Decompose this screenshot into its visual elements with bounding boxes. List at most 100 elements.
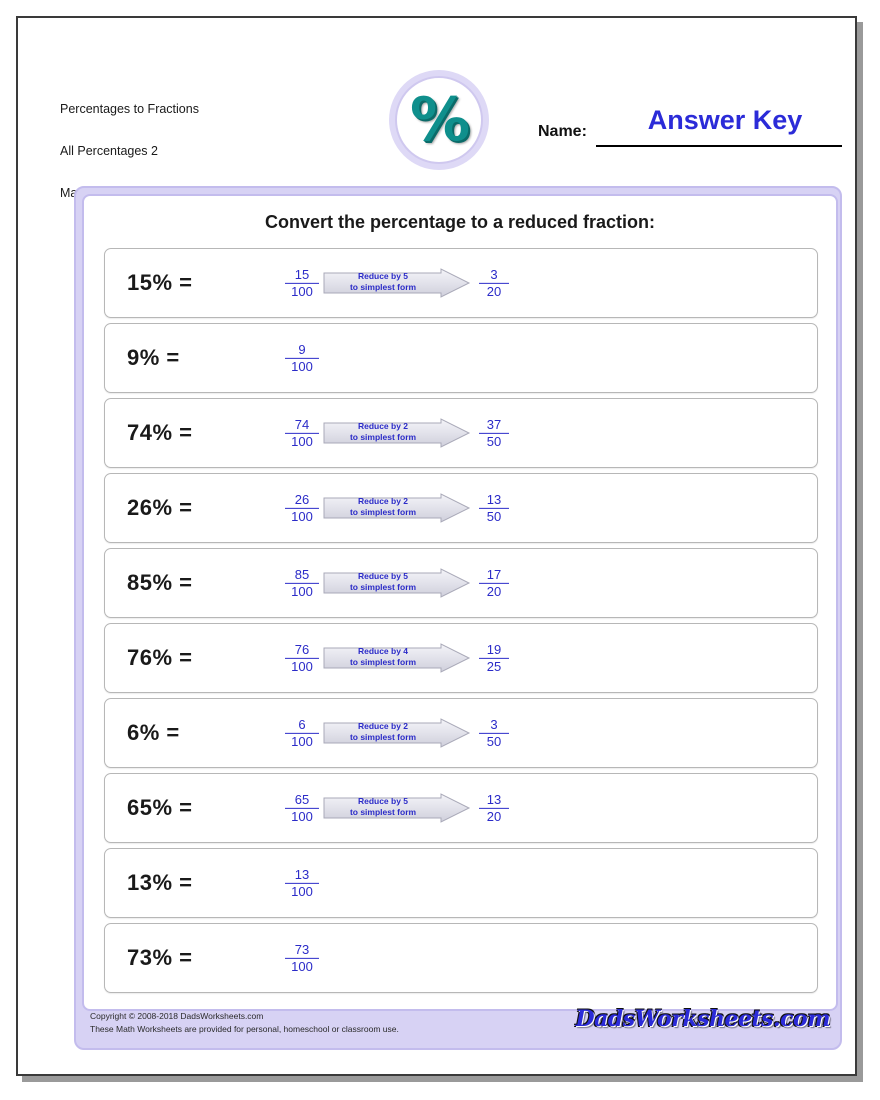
answer-numerator: 17 — [486, 566, 502, 582]
fraction-numerator: 76 — [294, 641, 310, 657]
answer-fraction: 3 50 — [479, 718, 509, 748]
problem-row: 6% = 6 100 Reduce by 2 to simplest form 3 50 — [104, 698, 818, 768]
fraction-denominator: 100 — [291, 358, 313, 374]
fraction-numerator: 65 — [294, 791, 310, 807]
starting-fraction: 9 100 — [285, 343, 319, 373]
problem-row: 15% = 15 100 Reduce by 5 to simplest form 3 20 — [104, 248, 818, 318]
problem-prompt: 6% = — [127, 720, 180, 745]
answer-denominator: 50 — [486, 433, 502, 449]
reduce-arrow-line-2: to simplest form — [349, 282, 417, 292]
problem-row: 76% = 76 100 Reduce by 4 to simplest form 19 2… — [104, 623, 818, 693]
problem-prompt: 26% = — [127, 495, 193, 520]
footer: Copyright © 2008-2018 DadsWorksheets.com… — [82, 1006, 838, 1044]
name-field-block: Name: Answer Key — [538, 105, 842, 153]
problem-prompt: 73% = — [127, 945, 193, 970]
problem-prompt: 15% = — [127, 270, 193, 295]
problem-rows: 15% = 15 100 Reduce by 5 to simplest form 3 20… — [104, 248, 818, 998]
fraction-numerator: 15 — [294, 266, 310, 282]
percent-logo: % — [389, 70, 489, 170]
reduce-arrow-line-1: Reduce by 2 — [357, 421, 409, 431]
worksheet-title-line-2: All Percentages 2 — [60, 144, 158, 158]
answer-denominator: 20 — [486, 808, 502, 824]
name-label: Name: — [538, 123, 587, 140]
panel-heading: Convert the percentage to a reduced frac… — [264, 212, 656, 232]
answer-fraction: 13 50 — [479, 493, 509, 523]
starting-fraction: 73 100 — [285, 943, 319, 973]
problem-row: 9% = 9 100 — [104, 323, 818, 393]
fraction-numerator: 26 — [294, 491, 310, 507]
reduce-arrow-line-2: to simplest form — [349, 507, 417, 517]
answer-fraction: 17 20 — [479, 568, 509, 598]
problems-panel: Convert the percentage to a reduced frac… — [74, 186, 842, 1050]
starting-fraction: 26 100 — [285, 493, 319, 523]
answer-numerator: 37 — [486, 416, 502, 432]
answer-denominator: 50 — [486, 508, 502, 524]
reduce-arrow-label: Reduce by 5 to simplest form — [323, 796, 443, 818]
reduce-arrow-line-1: Reduce by 5 — [357, 571, 409, 581]
fraction-numerator: 74 — [294, 416, 310, 432]
percent-icon: % — [409, 85, 470, 155]
starting-fraction: 65 100 — [285, 793, 319, 823]
name-write-line[interactable] — [596, 145, 842, 147]
reduce-arrow-line-2: to simplest form — [349, 582, 417, 592]
reduce-arrow-line-1: Reduce by 5 — [357, 796, 409, 806]
reduce-arrow-line-2: to simplest form — [349, 432, 417, 442]
problems-panel-inner: Convert the percentage to a reduced frac… — [82, 194, 838, 1011]
copyright-line-2: These Math Worksheets are provided for p… — [90, 1024, 399, 1034]
starting-fraction: 13 100 — [285, 868, 319, 898]
fraction-denominator: 100 — [291, 508, 313, 524]
problem-row: 73% = 73 100 — [104, 923, 818, 993]
reduce-arrow-label: Reduce by 2 to simplest form — [323, 721, 443, 743]
reduce-arrow: Reduce by 2 to simplest form — [323, 493, 471, 523]
problem-prompt: 13% = — [127, 870, 193, 895]
fraction-denominator: 100 — [291, 958, 313, 974]
answer-numerator: 19 — [486, 641, 502, 657]
starting-fraction: 85 100 — [285, 568, 319, 598]
copyright-line-1: Copyright © 2008-2018 DadsWorksheets.com — [90, 1011, 264, 1021]
fraction-denominator: 100 — [291, 583, 313, 599]
answer-numerator: 13 — [486, 791, 502, 807]
reduce-arrow-line-2: to simplest form — [349, 732, 417, 742]
problem-row: 13% = 13 100 — [104, 848, 818, 918]
reduce-arrow: Reduce by 5 to simplest form — [323, 268, 471, 298]
reduce-arrow-label: Reduce by 2 to simplest form — [323, 496, 443, 518]
problem-row: 74% = 74 100 Reduce by 2 to simplest form 37 5… — [104, 398, 818, 468]
reduce-arrow-line-1: Reduce by 2 — [357, 721, 409, 731]
answer-denominator: 25 — [486, 658, 502, 674]
problem-row: 26% = 26 100 Reduce by 2 to simplest form 13 5… — [104, 473, 818, 543]
answer-key-text: Answer Key — [647, 105, 803, 135]
reduce-arrow-line-2: to simplest form — [349, 807, 417, 817]
fraction-denominator: 100 — [291, 658, 313, 674]
starting-fraction: 74 100 — [285, 418, 319, 448]
reduce-arrow-label: Reduce by 4 to simplest form — [323, 646, 443, 668]
fraction-denominator: 100 — [291, 433, 313, 449]
answer-numerator: 13 — [486, 491, 502, 507]
copyright-block: Copyright © 2008-2018 DadsWorksheets.com… — [90, 1010, 399, 1036]
reduce-arrow: Reduce by 2 to simplest form — [323, 718, 471, 748]
fraction-numerator: 13 — [294, 866, 310, 882]
answer-denominator: 20 — [486, 283, 502, 299]
worksheet-title-line-1: Percentages to Fractions — [60, 102, 199, 116]
reduce-arrow-label: Reduce by 2 to simplest form — [323, 421, 443, 443]
answer-numerator: 3 — [490, 266, 498, 282]
problem-prompt: 85% = — [127, 570, 193, 595]
answer-fraction: 3 20 — [479, 268, 509, 298]
fraction-numerator: 9 — [298, 341, 306, 357]
problem-prompt: 65% = — [127, 795, 193, 820]
fraction-denominator: 100 — [291, 808, 313, 824]
starting-fraction: 6 100 — [285, 718, 319, 748]
problem-row: 65% = 65 100 Reduce by 5 to simplest form 13 2… — [104, 773, 818, 843]
problem-prompt: 74% = — [127, 420, 193, 445]
dadsworksheets-brand-logo: DadsWorksheets.com — [575, 1006, 831, 1032]
reduce-arrow-line-1: Reduce by 4 — [357, 646, 409, 656]
fraction-denominator: 100 — [291, 883, 313, 899]
reduce-arrow-label: Reduce by 5 to simplest form — [323, 571, 443, 593]
fraction-denominator: 100 — [291, 283, 313, 299]
reduce-arrow: Reduce by 2 to simplest form — [323, 418, 471, 448]
answer-fraction: 37 50 — [479, 418, 509, 448]
answer-fraction: 19 25 — [479, 643, 509, 673]
reduce-arrow-line-1: Reduce by 2 — [357, 496, 409, 506]
problem-row: 85% = 85 100 Reduce by 5 to simplest form 17 2… — [104, 548, 818, 618]
reduce-arrow: Reduce by 5 to simplest form — [323, 568, 471, 598]
answer-denominator: 20 — [486, 583, 502, 599]
